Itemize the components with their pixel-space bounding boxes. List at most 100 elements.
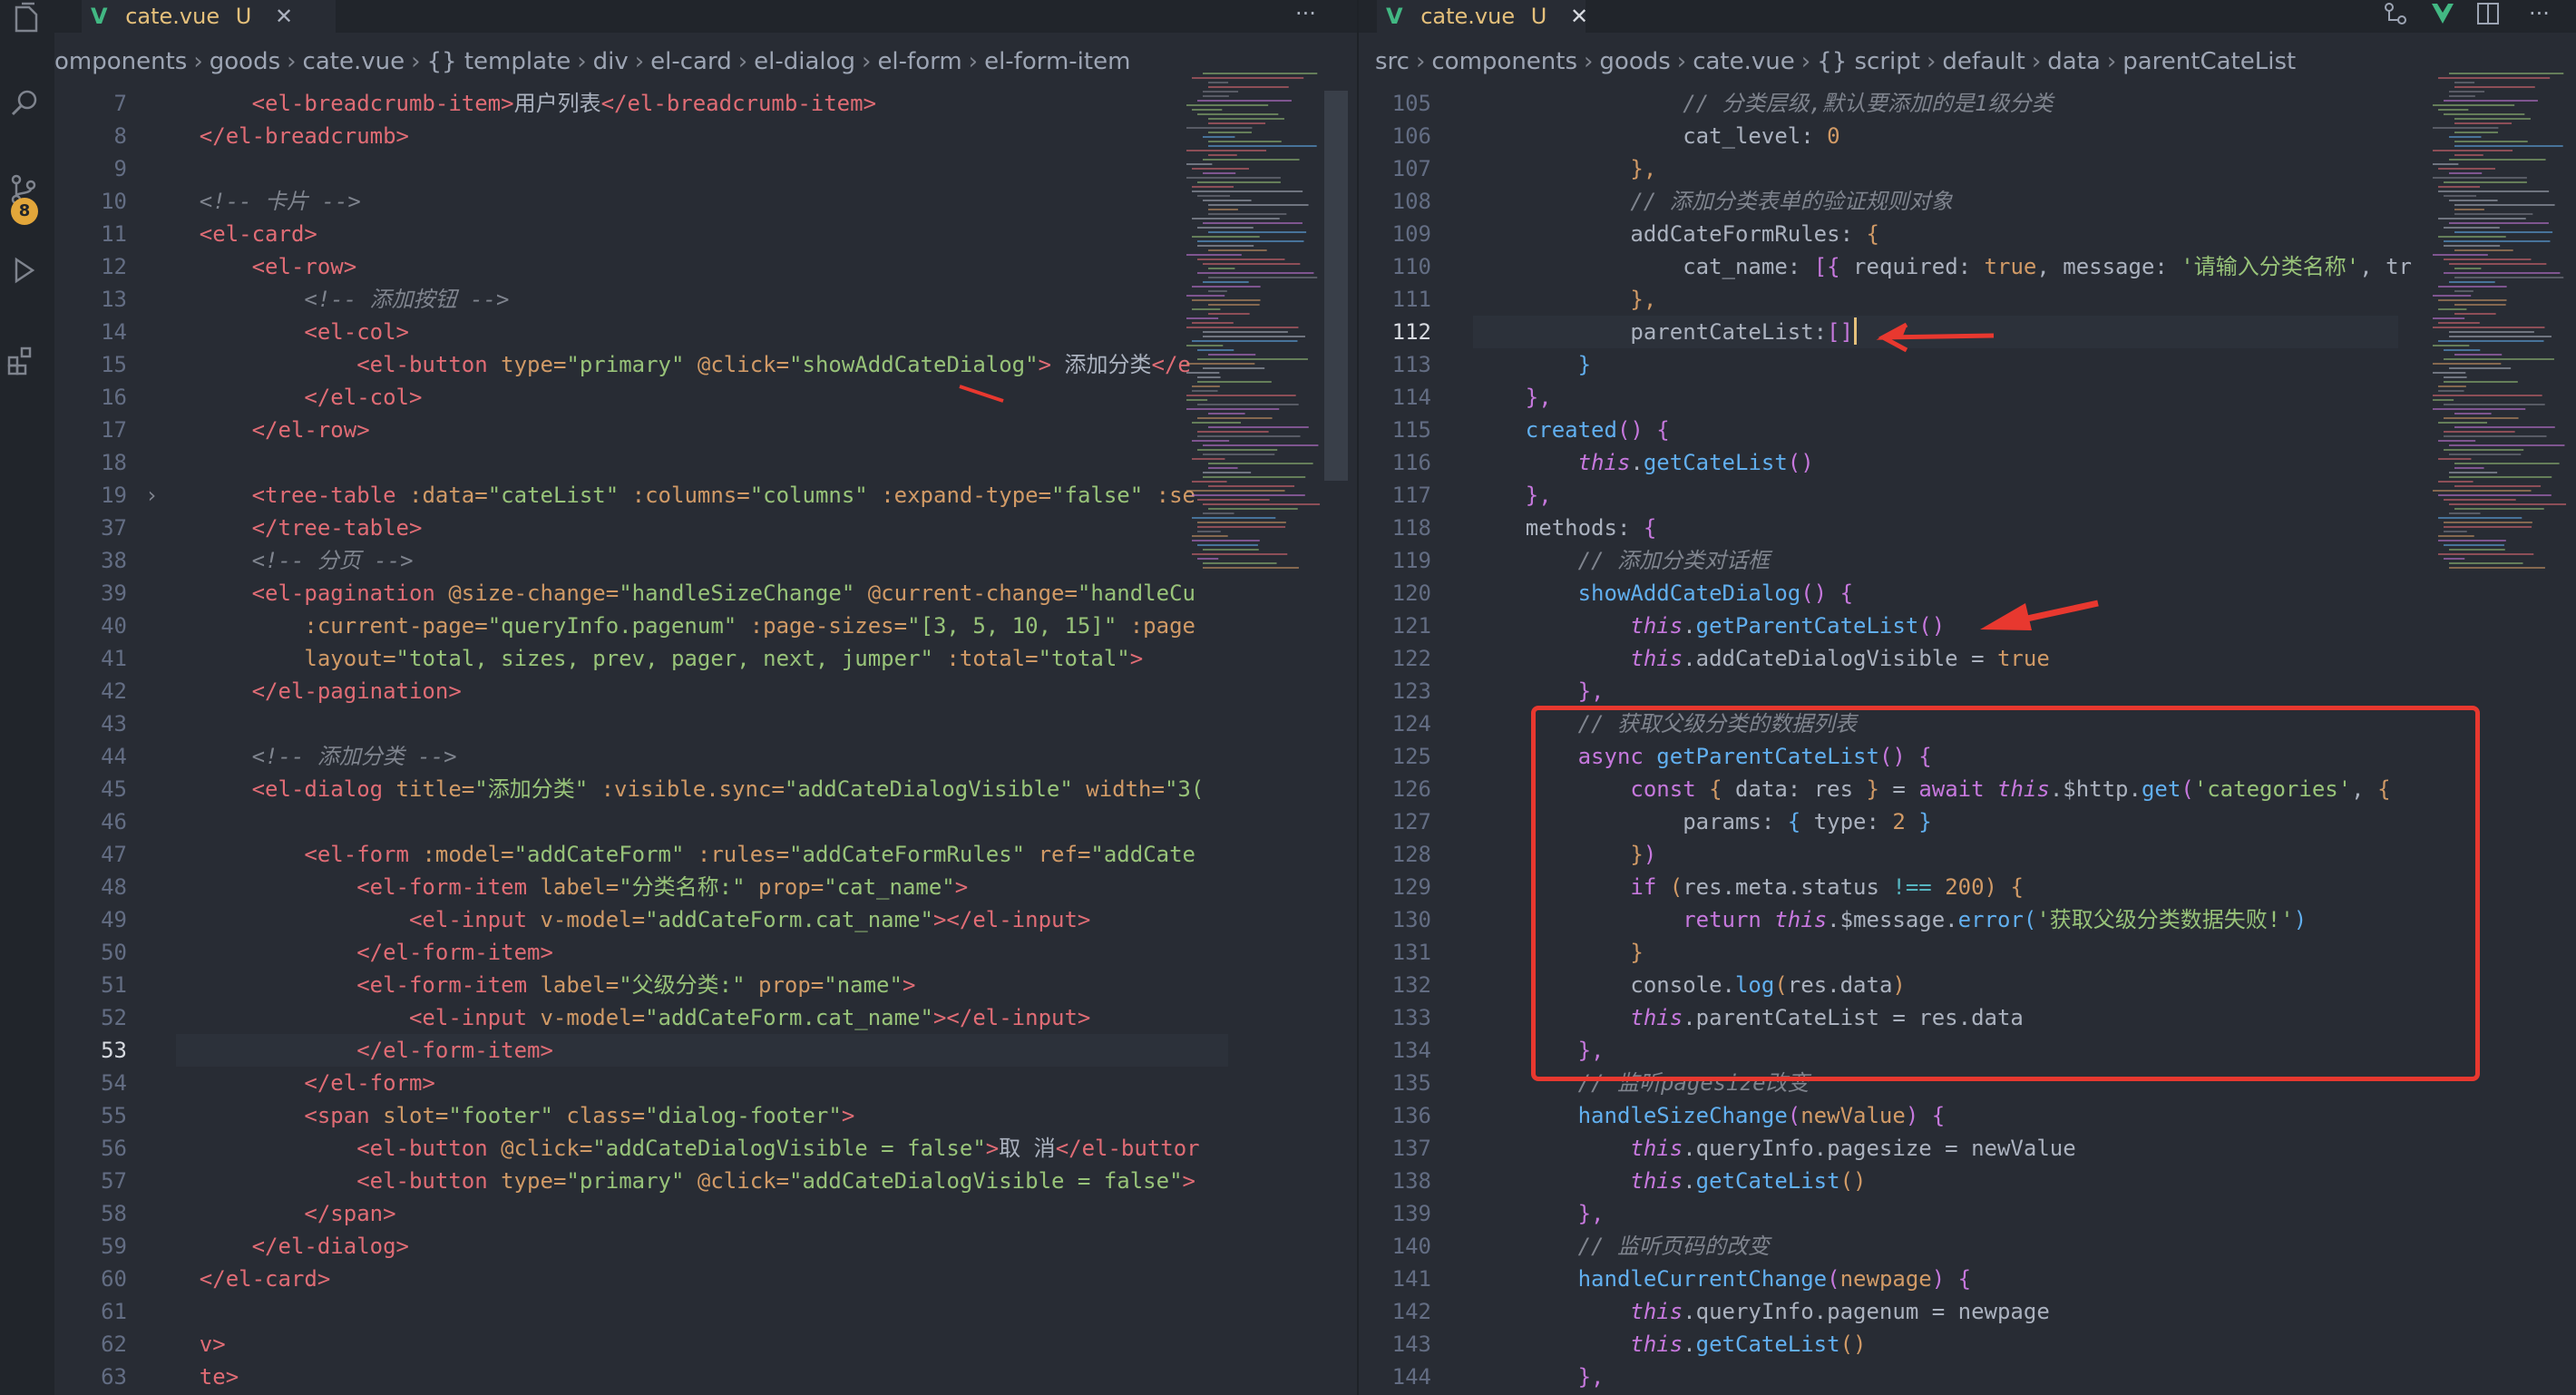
minimap-line <box>2454 354 2503 356</box>
right-minimap[interactable] <box>2429 73 2574 617</box>
more-actions-button[interactable]: ··· <box>1295 0 1316 27</box>
line-number: 43 <box>101 711 127 737</box>
breadcrumb-item[interactable]: goods <box>1599 48 1670 75</box>
code-token: { <box>1866 221 1879 247</box>
minimap-line <box>1197 358 1308 360</box>
search-icon[interactable] <box>9 87 42 120</box>
minimap-line <box>1208 426 1309 428</box>
line-number: 60 <box>101 1266 127 1292</box>
minimap-line <box>2454 204 2555 206</box>
code-line: <tree-table :data="cateList" :columns="c… <box>147 479 1195 512</box>
breadcrumb-item[interactable]: cate.vue <box>1693 48 1795 75</box>
left-scrollbar[interactable] <box>1324 91 1348 481</box>
code-line: this.getCateList() <box>1473 1165 1866 1197</box>
breadcrumb-separator: › <box>634 48 645 75</box>
minimap-line <box>1203 567 1299 569</box>
breadcrumb-item[interactable]: data <box>2047 48 2101 75</box>
minimap-line <box>1208 213 1287 215</box>
right-tab-cate-vue[interactable]: V cate.vue U ✕ <box>1377 0 1588 33</box>
code-token: "handleSizeChange" <box>619 580 855 606</box>
code-line: </el-breadcrumb> <box>147 120 409 152</box>
minimap-line <box>2449 367 2512 369</box>
code-token: label= <box>540 874 620 900</box>
breadcrumb-item[interactable]: el-dialog <box>754 48 855 75</box>
breadcrumb-item[interactable]: src <box>1375 48 1410 75</box>
breadcrumb-item[interactable]: goods <box>210 48 280 75</box>
minimap-line <box>1203 367 1265 369</box>
explorer-icon[interactable] <box>11 2 44 34</box>
close-icon[interactable]: ✕ <box>1570 4 1588 29</box>
code-token: prop= <box>758 874 825 900</box>
minimap-line <box>2433 163 2459 165</box>
left-minimap[interactable] <box>1183 73 1328 617</box>
code-token: > <box>902 972 916 998</box>
left-tab-cate-vue[interactable]: V cate.vue U ✕ <box>82 0 336 33</box>
right-editor-pane: V cate.vue U ✕ ··· src › components › goods ›… <box>1357 0 2576 1395</box>
code-line: <span slot="footer" class="dialog-footer… <box>147 1099 854 1132</box>
line-number: 122 <box>1391 646 1431 671</box>
minimap-line <box>2444 435 2547 437</box>
code-token: true <box>1984 254 2037 279</box>
minimap-line <box>1197 181 1281 183</box>
line-number: 118 <box>1391 515 1431 541</box>
minimap-line <box>1192 440 1230 442</box>
line-number: 58 <box>101 1201 127 1226</box>
close-icon[interactable]: ✕ <box>275 4 293 29</box>
breadcrumb-item[interactable]: default <box>1942 48 2025 75</box>
line-number: 47 <box>101 842 127 867</box>
code-token: // 分类层级,默认要添加的是1级分类 <box>1683 91 2054 116</box>
minimap-line <box>2454 485 2542 487</box>
minimap-line <box>1192 299 1261 301</box>
breadcrumb-item[interactable]: components <box>1431 48 1577 75</box>
code-line: <el-breadcrumb-item>用户列表</el-breadcrumb-… <box>147 87 876 120</box>
line-number: 131 <box>1391 940 1431 965</box>
more-actions-button[interactable]: ··· <box>2529 0 2550 27</box>
code-token: created <box>1525 417 1617 443</box>
split-editor-icon[interactable] <box>2474 0 2502 27</box>
minimap-line <box>2454 82 2475 83</box>
breadcrumb-item[interactable]: cate.vue <box>303 48 405 75</box>
code-token: 添加分类 <box>1051 352 1152 377</box>
minimap-line <box>2444 404 2545 405</box>
minimap-line <box>2438 385 2466 387</box>
vue-devtools-icon[interactable] <box>2429 0 2456 27</box>
minimap-line <box>1197 431 1269 433</box>
extensions-icon[interactable] <box>5 345 38 377</box>
breadcrumb-item[interactable]: {} script <box>1817 48 1920 75</box>
line-number: 142 <box>1391 1299 1431 1324</box>
breadcrumb-item[interactable]: div <box>593 48 629 75</box>
minimap-line <box>2454 268 2482 269</box>
code-token: getParentCateList <box>1695 613 1919 639</box>
code-token: // 添加分类对话框 <box>1577 548 1770 573</box>
minimap-line <box>1197 531 1221 532</box>
breadcrumb-item[interactable]: el-form <box>877 48 961 75</box>
minimap-line <box>1208 122 1266 124</box>
fold-chevron-icon[interactable]: › <box>145 479 158 512</box>
code-line: handleCurrentChange(newpage) { <box>1473 1263 1972 1295</box>
open-changes-icon[interactable] <box>2382 0 2409 27</box>
run-debug-icon[interactable] <box>7 254 40 287</box>
minimap-line <box>1192 340 1298 342</box>
minimap-line <box>2433 372 2466 374</box>
code-token: <tree-table <box>251 483 396 508</box>
code-token: te> <box>199 1364 239 1390</box>
minimap-line <box>1186 372 1220 374</box>
line-number: 109 <box>1391 221 1431 247</box>
breadcrumb-item[interactable]: parentCateList <box>2122 48 2296 75</box>
breadcrumb-item[interactable]: el-form-item <box>984 48 1130 75</box>
minimap-line <box>1208 304 1260 306</box>
breadcrumb-item[interactable]: el-card <box>650 48 732 75</box>
code-token: }, <box>1630 287 1657 312</box>
breadcrumb-item[interactable]: {} template <box>426 48 571 75</box>
minimap-line <box>1203 159 1300 161</box>
minimap-line <box>2438 481 2474 483</box>
left-code-area[interactable]: 7 <el-breadcrumb-item>用户列表</el-breadcrum… <box>54 91 1357 1395</box>
breadcrumb-separator: › <box>737 48 748 75</box>
breadcrumb-item[interactable]: omponents <box>54 48 187 75</box>
